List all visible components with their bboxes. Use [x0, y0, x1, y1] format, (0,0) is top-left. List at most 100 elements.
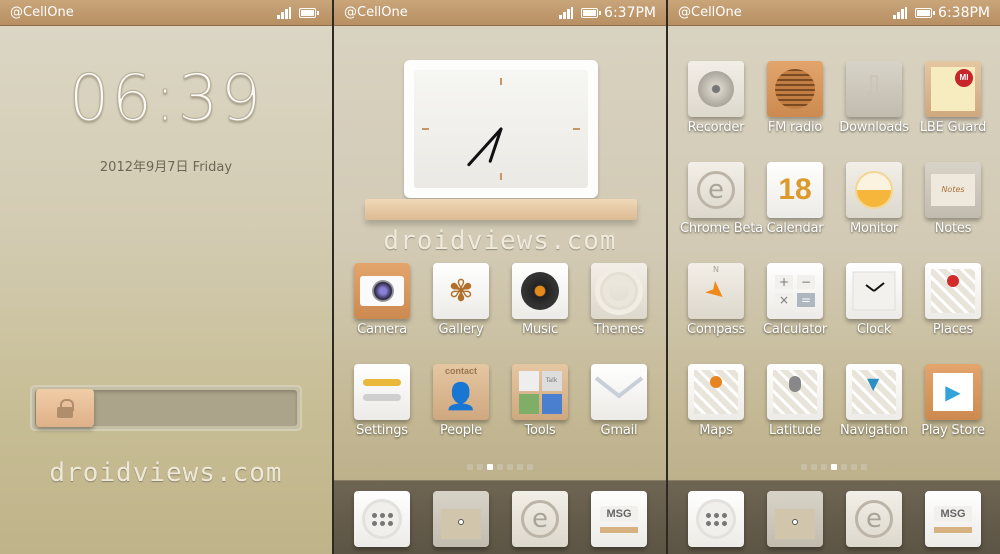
page-dot[interactable]	[497, 464, 503, 470]
status-time: 6:37PM	[604, 4, 656, 21]
app-chrome-beta[interactable]: e Chrome Beta	[680, 162, 763, 236]
page-indicator[interactable]	[668, 464, 1000, 470]
app-label: Chrome Beta	[680, 221, 763, 236]
dock-item[interactable]: MSG	[583, 491, 655, 547]
dock-item[interactable]	[425, 491, 497, 547]
app-label: People	[440, 423, 482, 438]
app-compass[interactable]: N ➤ Compass	[680, 263, 752, 337]
clock-face	[414, 70, 588, 188]
file-folder-icon[interactable]	[433, 491, 489, 547]
calendar-icon[interactable]: 18	[767, 162, 823, 218]
page-dot[interactable]	[467, 464, 473, 470]
app-navigation[interactable]: ▼ Navigation	[838, 364, 910, 438]
recorder-reel-icon[interactable]	[688, 61, 744, 117]
lock-icon	[57, 399, 74, 418]
app-tools[interactable]: Talk Tools	[504, 364, 576, 438]
app-fm-radio[interactable]: FM radio	[759, 61, 831, 135]
app-recorder[interactable]: Recorder	[680, 61, 752, 135]
app-calculator[interactable]: + − × = Calculator	[759, 263, 831, 337]
unlock-slider[interactable]	[30, 385, 302, 431]
app-play-store[interactable]: ▶ Play Store	[917, 364, 989, 438]
map-pin-icon[interactable]	[925, 263, 981, 319]
dock: e MSG	[334, 480, 666, 554]
messaging-icon[interactable]: MSG	[925, 491, 981, 547]
app-label: Places	[932, 322, 974, 337]
app-maps[interactable]: Maps	[680, 364, 752, 438]
app-gmail[interactable]: Gmail	[583, 364, 655, 438]
dock-item[interactable]: e	[504, 491, 576, 547]
ripple-icon[interactable]	[591, 263, 647, 319]
folder-grid-icon[interactable]: Talk	[512, 364, 568, 420]
app-label: Tools	[524, 423, 556, 438]
shopping-bag-play-icon[interactable]: ▶	[925, 364, 981, 420]
dock-item[interactable]	[680, 491, 752, 547]
page-indicator[interactable]	[334, 464, 666, 470]
clock-icon[interactable]	[846, 263, 902, 319]
page-dot[interactable]	[487, 464, 493, 470]
unlock-handle[interactable]	[36, 389, 94, 427]
app-clock[interactable]: Clock	[838, 263, 910, 337]
app-camera[interactable]: Camera	[346, 263, 418, 337]
app-music[interactable]: Music	[504, 263, 576, 337]
page-dot[interactable]	[861, 464, 867, 470]
app-label: Recorder	[687, 120, 745, 135]
page-dot[interactable]	[507, 464, 513, 470]
dock-item[interactable]: e	[838, 491, 910, 547]
compass-icon[interactable]: N ➤	[688, 263, 744, 319]
page-dot[interactable]	[821, 464, 827, 470]
pie-gauge-icon[interactable]	[846, 162, 902, 218]
toggle-sliders-icon[interactable]	[354, 364, 410, 420]
file-folder-icon[interactable]	[767, 491, 823, 547]
page-dot[interactable]	[517, 464, 523, 470]
download-arrow-icon[interactable]: ⇩	[846, 61, 902, 117]
app-label: Latitude	[769, 423, 821, 438]
lock-clock: 06:39	[68, 62, 264, 137]
notepad-icon[interactable]: Notes	[925, 162, 981, 218]
home-screen: @CellOne 6:37PM droidviews.com Camera ✾ Ga…	[334, 0, 666, 554]
page-dot[interactable]	[831, 464, 837, 470]
lock-screen: @CellOne 06:39 2012年9月7日 Friday droidvie…	[0, 0, 332, 554]
map-navigation-icon[interactable]: ▼	[846, 364, 902, 420]
app-label: Compass	[686, 322, 746, 337]
app-places[interactable]: Places	[917, 263, 989, 337]
page-dot[interactable]	[477, 464, 483, 470]
clock-widget[interactable]	[404, 60, 598, 198]
messaging-icon[interactable]: MSG	[591, 491, 647, 547]
phone-dialpad-icon[interactable]	[688, 491, 744, 547]
app-themes[interactable]: Themes	[583, 263, 655, 337]
page-dot[interactable]	[841, 464, 847, 470]
dock-item[interactable]	[759, 491, 831, 547]
phone-dialpad-icon[interactable]	[354, 491, 410, 547]
app-notes[interactable]: Notes Notes	[917, 162, 989, 236]
page-dot[interactable]	[851, 464, 857, 470]
app-settings[interactable]: Settings	[346, 364, 418, 438]
clock-hands	[467, 127, 503, 167]
app-downloads[interactable]: ⇩ Downloads	[838, 61, 910, 135]
page-dot[interactable]	[801, 464, 807, 470]
map-icon[interactable]	[688, 364, 744, 420]
browser-e-icon[interactable]: e	[688, 162, 744, 218]
app-people[interactable]: contact 👤 People	[425, 364, 497, 438]
browser-e-icon[interactable]: e	[512, 491, 568, 547]
map-person-icon[interactable]	[767, 364, 823, 420]
page-dot[interactable]	[527, 464, 533, 470]
app-calendar[interactable]: 18 Calendar	[759, 162, 831, 236]
calculator-icon[interactable]: + − × =	[767, 263, 823, 319]
envelope-icon[interactable]	[591, 364, 647, 420]
certificate-seal-icon[interactable]: MI	[925, 61, 981, 117]
status-time: 6:38PM	[938, 4, 990, 21]
app-latitude[interactable]: Latitude	[759, 364, 831, 438]
app-lbe-guard[interactable]: MI LBE Guard	[917, 61, 989, 135]
page-dot[interactable]	[811, 464, 817, 470]
browser-e-icon[interactable]: e	[846, 491, 902, 547]
app-monitor[interactable]: Monitor	[838, 162, 910, 236]
camera-icon[interactable]	[354, 263, 410, 319]
vinyl-record-icon[interactable]	[512, 263, 568, 319]
signal-icon	[893, 6, 908, 19]
speaker-grille-icon[interactable]	[767, 61, 823, 117]
dock-item[interactable]: MSG	[917, 491, 989, 547]
dock-item[interactable]	[346, 491, 418, 547]
leaf-icon[interactable]: ✾	[433, 263, 489, 319]
app-gallery[interactable]: ✾ Gallery	[425, 263, 497, 337]
contact-card-icon[interactable]: contact 👤	[433, 364, 489, 420]
